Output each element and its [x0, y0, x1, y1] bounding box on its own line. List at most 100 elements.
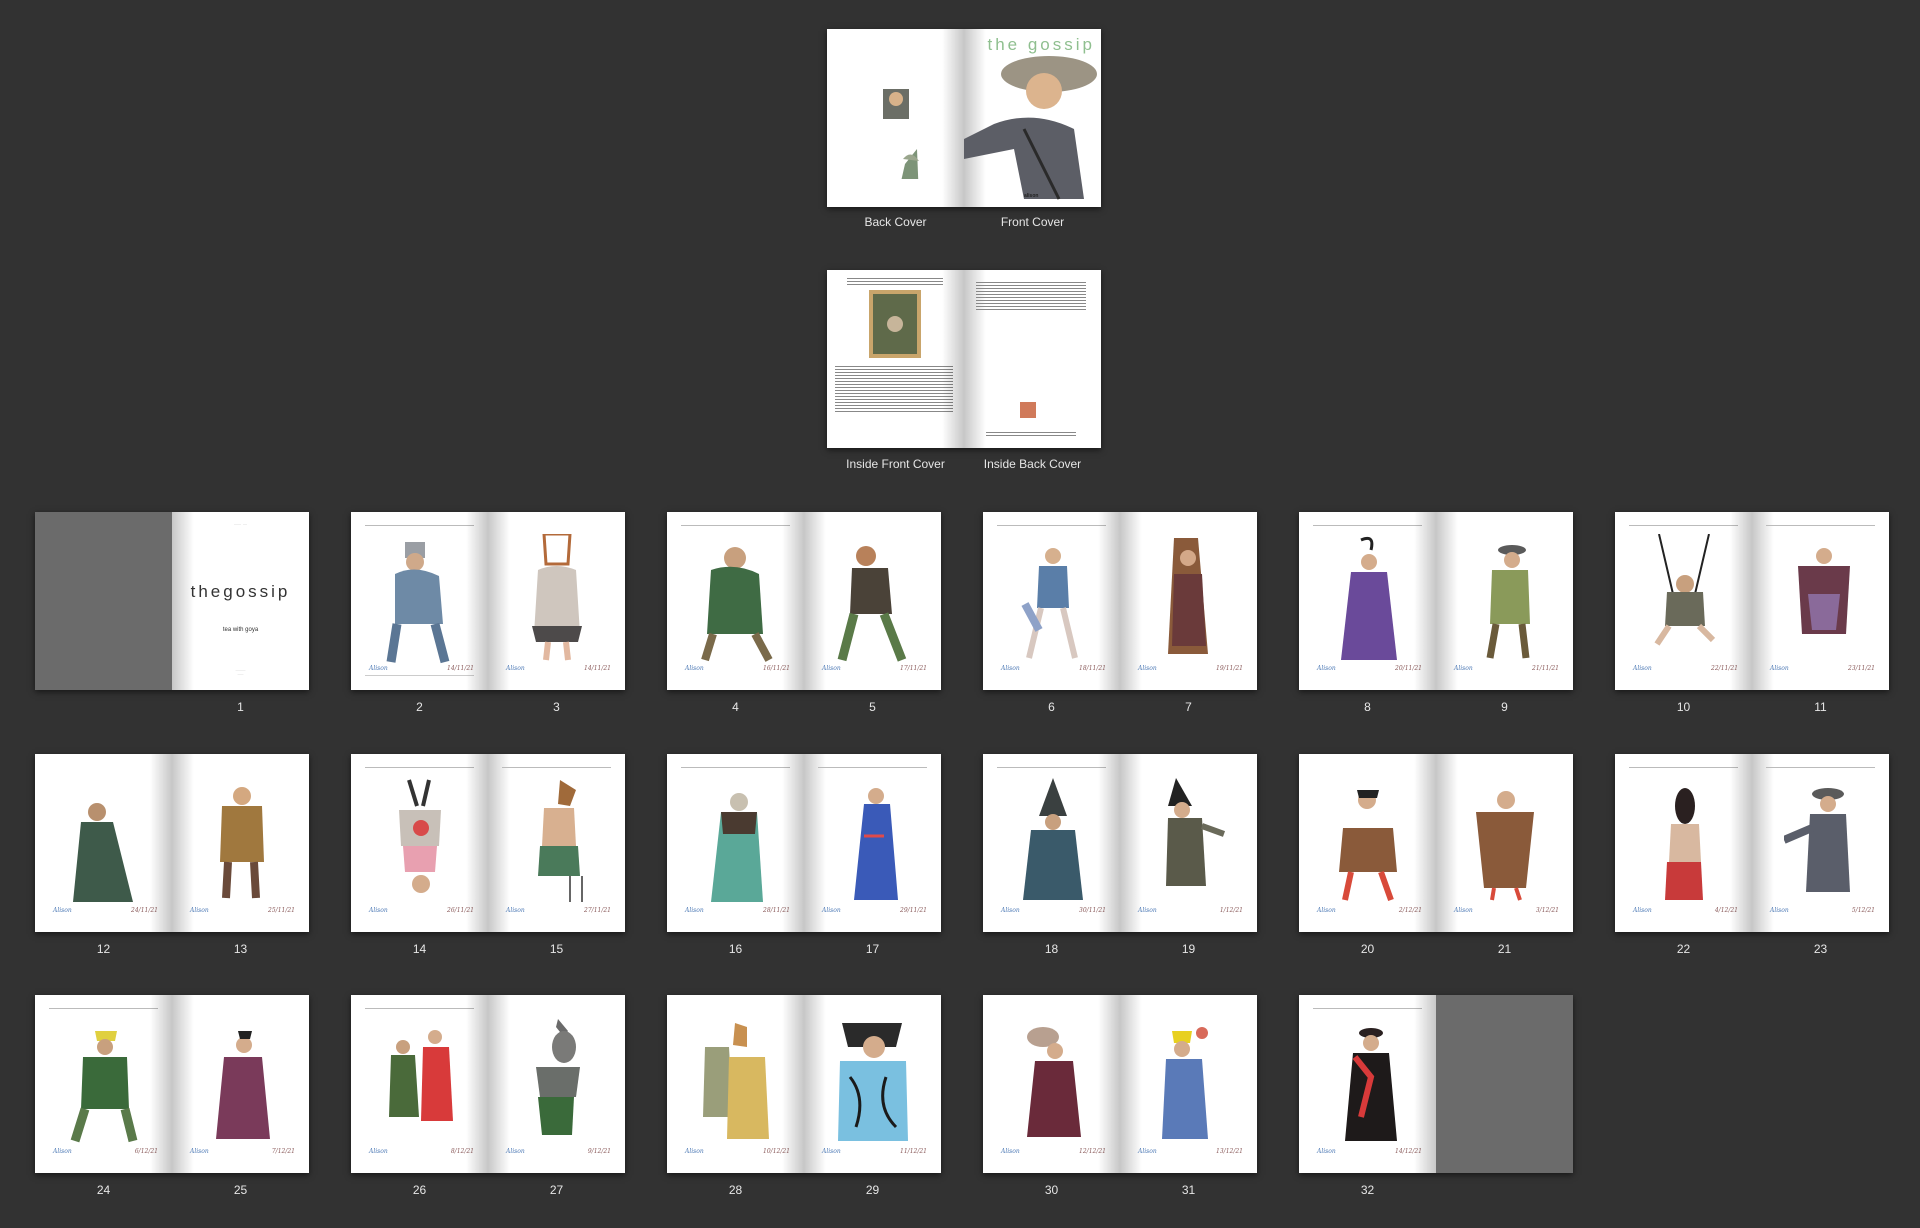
page-20[interactable]: Alison 2/12/21	[1299, 754, 1436, 932]
page-18[interactable]: Alison 30/11/21	[983, 754, 1120, 932]
page-12[interactable]: Alison 24/11/21	[35, 754, 172, 932]
cover-mark: alison	[1024, 193, 1039, 199]
page-date: 7/12/21	[271, 1148, 295, 1155]
page-15[interactable]: Alison 27/11/21	[488, 754, 625, 932]
spread-pages-14-15[interactable]: Alison 26/11/21 Alison 27/11/21	[351, 754, 625, 932]
page-21[interactable]: Alison 3/12/21	[1436, 754, 1573, 932]
artist-signature: Alison	[369, 665, 388, 672]
spread-pages-22-23[interactable]: Alison 4/12/21 Alison 5/12/21	[1615, 754, 1889, 932]
spread-page-32[interactable]: Alison 14/12/21	[1299, 995, 1573, 1173]
inside-back-cover-page[interactable]	[964, 270, 1101, 448]
page-28[interactable]: Alison 10/12/21	[667, 995, 804, 1173]
spread-pages-10-11[interactable]: Alison 22/11/21 Alison 23/11/21	[1615, 512, 1889, 690]
page-rule	[49, 1008, 158, 1009]
page-number-17: 17	[865, 942, 880, 956]
artist-signature: Alison	[1770, 907, 1789, 914]
back-cover-page[interactable]	[827, 29, 964, 207]
artist-signature: Alison	[1138, 1148, 1157, 1155]
figure-illustration	[399, 779, 441, 893]
spread-pages-2-3[interactable]: Alison 14/11/21 Alison 14/11/21	[351, 512, 625, 690]
page-date: 26/11/21	[447, 907, 474, 914]
page-23[interactable]: Alison 5/12/21	[1752, 754, 1889, 932]
cover-spread[interactable]: the gossip alison	[827, 29, 1101, 207]
figure-illustration	[1162, 1027, 1208, 1139]
page-2[interactable]: Alison 14/11/21	[351, 512, 488, 690]
figure-illustration	[837, 546, 907, 662]
page-30[interactable]: Alison 12/12/21	[983, 995, 1120, 1173]
page-26[interactable]: Alison 8/12/21	[351, 995, 488, 1173]
page-date: 17/11/21	[900, 665, 927, 672]
page-date: 11/12/21	[900, 1148, 927, 1155]
figure-illustration	[1784, 788, 1850, 892]
page-27[interactable]: Alison 9/12/21	[488, 995, 625, 1173]
page-32[interactable]: Alison 14/12/21	[1299, 995, 1436, 1173]
page-number-13: 13	[233, 942, 248, 956]
spread-pages-24-25[interactable]: Alison 6/12/21 Alison 7/12/21	[35, 995, 309, 1173]
page-date: 1/12/21	[1219, 907, 1243, 914]
page-number-2: 2	[416, 700, 423, 714]
page-number-11: 11	[1814, 700, 1827, 714]
page-date: 27/11/21	[584, 907, 611, 914]
inside-cover-spread[interactable]	[827, 270, 1101, 448]
page-rule	[1766, 525, 1875, 526]
page-24[interactable]: Alison 6/12/21	[35, 995, 172, 1173]
inside-front-cover-page[interactable]	[827, 270, 964, 448]
spread-pages-20-21[interactable]: Alison 2/12/21 Alison 3/12/21	[1299, 754, 1573, 932]
page-date: 14/12/21	[1395, 1148, 1422, 1155]
page-date: 25/11/21	[268, 907, 295, 914]
title-page-subtitle: tea with goya	[222, 627, 259, 633]
spread-pages-18-19[interactable]: Alison 30/11/21 Alison 1/12/21	[983, 754, 1257, 932]
figure-illustration	[1341, 536, 1397, 660]
page-date: 3/12/21	[1535, 907, 1559, 914]
page-date: 21/11/21	[1532, 665, 1559, 672]
page-14[interactable]: Alison 26/11/21	[351, 754, 488, 932]
page-8[interactable]: Alison 20/11/21	[1299, 512, 1436, 690]
spread-page-1[interactable]: ······· ···· thegossip tea with goya ···…	[35, 512, 309, 690]
spread-pages-4-5[interactable]: Alison 16/11/21 Alison 17/11/21	[667, 512, 941, 690]
page-7[interactable]: Alison 19/11/21	[1120, 512, 1257, 690]
page-16[interactable]: Alison 28/11/21	[667, 754, 804, 932]
page-22[interactable]: Alison 4/12/21	[1615, 754, 1752, 932]
page-31[interactable]: Alison 13/12/21	[1120, 995, 1257, 1173]
page-number-15: 15	[549, 942, 564, 956]
page-number-22: 22	[1676, 942, 1691, 956]
page-date: 14/11/21	[447, 665, 474, 672]
figure-illustration	[532, 534, 582, 661]
spread-pages-6-7[interactable]: Alison 18/11/21 Alison 19/11/21	[983, 512, 1257, 690]
page-date: 13/12/21	[1216, 1148, 1243, 1155]
spread-pages-28-29[interactable]: Alison 10/12/21 Alison 11/12/21	[667, 995, 941, 1173]
page-date: 20/11/21	[1395, 665, 1422, 672]
page-25[interactable]: Alison 7/12/21	[172, 995, 309, 1173]
spread-pages-26-27[interactable]: Alison 8/12/21 Alison 9/12/21	[351, 995, 625, 1173]
figure-illustration	[1665, 788, 1703, 900]
page-date: 19/11/21	[1216, 665, 1243, 672]
spread-pages-16-17[interactable]: Alison 28/11/21 Alison 29/11/21	[667, 754, 941, 932]
spread-pages-12-13[interactable]: Alison 24/11/21 Alison 25/11/21	[35, 754, 309, 932]
page-5[interactable]: Alison 17/11/21	[804, 512, 941, 690]
page-17[interactable]: Alison 29/11/21	[804, 754, 941, 932]
page-3[interactable]: Alison 14/11/21	[488, 512, 625, 690]
inside-back-cover-label: Inside Back Cover	[983, 457, 1082, 471]
artist-signature: Alison	[1454, 907, 1473, 914]
spread-pages-8-9[interactable]: Alison 20/11/21 Alison 21/11/21	[1299, 512, 1573, 690]
figure-illustration	[854, 788, 898, 900]
page-4[interactable]: Alison 16/11/21	[667, 512, 804, 690]
page-number-30: 30	[1044, 1183, 1059, 1197]
page-19[interactable]: Alison 1/12/21	[1120, 754, 1257, 932]
figure-illustration	[216, 1031, 270, 1139]
page-number-20: 20	[1360, 942, 1375, 956]
page-number-1: 1	[237, 700, 244, 714]
page-9[interactable]: Alison 21/11/21	[1436, 512, 1573, 690]
front-cover-page[interactable]: the gossip alison	[964, 29, 1101, 207]
page-6[interactable]: Alison 18/11/21	[983, 512, 1120, 690]
page-13[interactable]: Alison 25/11/21	[172, 754, 309, 932]
page-date: 23/11/21	[1848, 665, 1875, 672]
page-10[interactable]: Alison 22/11/21	[1615, 512, 1752, 690]
page-11[interactable]: Alison 23/11/21	[1752, 512, 1889, 690]
page-29[interactable]: Alison 11/12/21	[804, 995, 941, 1173]
page-number-6: 6	[1048, 700, 1055, 714]
page-1[interactable]: ······· ···· thegossip tea with goya ···…	[172, 512, 309, 690]
page-number-25: 25	[233, 1183, 248, 1197]
spread-pages-30-31[interactable]: Alison 12/12/21 Alison 13/12/21	[983, 995, 1257, 1173]
page-rule	[997, 767, 1106, 768]
